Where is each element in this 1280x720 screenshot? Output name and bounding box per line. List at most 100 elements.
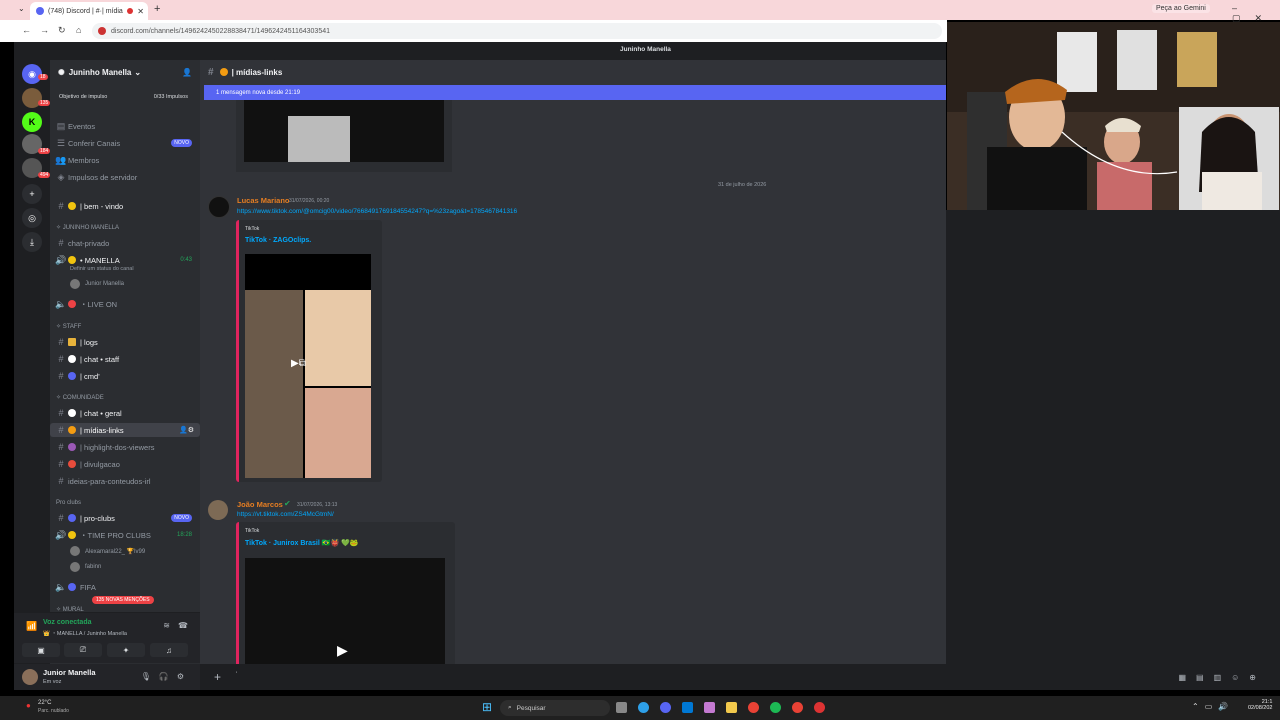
site-info-icon[interactable] (98, 27, 106, 35)
category-comunidade[interactable]: ✧ COMUNIDADE (56, 394, 104, 401)
channel-cmd[interactable]: # | cmd' (50, 369, 200, 383)
noise-suppression-icon[interactable]: ≋ (163, 621, 170, 630)
discord-taskbar-icon[interactable] (660, 702, 671, 713)
channel-midias-links[interactable]: # | mídias-links 👤⚙ (50, 423, 200, 437)
channel-divulgacao[interactable]: # | divulgacao (50, 457, 200, 471)
previous-embed-image (288, 116, 350, 162)
file-explorer-icon[interactable] (726, 702, 737, 713)
screen-share-button[interactable]: ⎚ (64, 643, 102, 657)
menu-members[interactable]: 👥 Membros (50, 153, 200, 167)
chrome-profile-icon[interactable] (792, 702, 803, 713)
disconnect-icon[interactable]: ☎ (178, 621, 188, 630)
browser-toolbar: ← → ↻ ⌂ discord.com/channels/14962424502… (0, 20, 947, 42)
channel-chat-staff[interactable]: # | chat • staff (50, 352, 200, 366)
forward-icon[interactable]: → (40, 25, 49, 35)
edge-icon[interactable] (638, 702, 649, 713)
reload-icon[interactable]: ↻ (58, 25, 66, 36)
message-link[interactable]: https://vt.tiktok.com/ZS4McGtmN/ (237, 511, 334, 518)
menu-browse-channels[interactable]: ☰ Conferir Canais NOVO (50, 136, 200, 150)
message-input[interactable]: ' (236, 672, 237, 678)
voice-member[interactable]: fabinn (70, 562, 101, 572)
category-staff[interactable]: ✧ STAFF (56, 323, 81, 330)
system-tray-icons[interactable]: ⌃▭🔊 (1192, 702, 1234, 711)
voice-member[interactable]: Alexamaral22_ 🏆lv99 (70, 546, 145, 556)
channel-chat-privado[interactable]: # chat-privado (50, 236, 200, 250)
channel-label: ・TIME PRO CLUBS (80, 530, 151, 540)
channel-status-hint[interactable]: Definir um status do canal (70, 266, 134, 272)
play-icon[interactable]: ▶⧉ (291, 358, 306, 369)
add-attachment-icon[interactable]: + (214, 670, 221, 684)
app-icon[interactable] (704, 702, 715, 713)
camera-button[interactable]: ▣ (22, 643, 60, 657)
embed-title[interactable]: TikTok · ZAGOclips. (245, 237, 311, 244)
windows-taskbar: ● 22°C Parc. nublado ⊞ ⌕ Pesquisar ⌃▭🔊 2… (0, 696, 1280, 720)
channel-ideias[interactable]: # ideias-para-conteudos-irl (50, 474, 200, 488)
channel-label: | logs (80, 337, 98, 347)
add-server-icon[interactable]: + (22, 184, 42, 204)
channel-pro-clubs[interactable]: # | pro-clubs NOVO (50, 511, 200, 525)
window-controls[interactable]: –▢✕ (1232, 3, 1280, 24)
video-thumbnail[interactable]: ▶⧉ (245, 254, 371, 478)
kick-server-icon[interactable]: K (22, 112, 42, 132)
voice-channel-live-on[interactable]: 🔈 ・LIVE ON (50, 297, 200, 311)
category-pro-clubs[interactable]: Pro clubs (56, 500, 81, 506)
back-icon[interactable]: ← (22, 25, 31, 35)
channel-logs[interactable]: # | logs (50, 335, 200, 349)
weather-temp[interactable]: 22°C (38, 700, 51, 706)
embed-provider: TikTok (245, 226, 260, 232)
guild-header[interactable]: ✺ Juninho Manella ⌄ 👤 (50, 60, 200, 84)
spotify-icon[interactable] (770, 702, 781, 713)
start-icon[interactable]: ⊞ (482, 700, 492, 714)
channel-label: | highlight-dos-viewers (80, 442, 155, 452)
video-thumbnail[interactable]: ▶ (245, 558, 445, 664)
recording-app-icon[interactable] (814, 702, 825, 713)
voice-channel-manella[interactable]: 🔊 • MANELLA 0:43 (50, 253, 200, 267)
boost-goal[interactable]: Objetivo de impulso 0/33 Impulsos (50, 92, 200, 104)
invite-people-icon[interactable]: 👤 (182, 68, 192, 77)
gemini-button[interactable]: Peça ao Gemini (1152, 4, 1210, 13)
new-messages-bar[interactable]: 1 mensagem nova desde 21:19 (204, 85, 946, 100)
new-mentions-badge[interactable]: 135 NOVAS MENÇÕES (92, 596, 154, 604)
avatar[interactable] (22, 669, 38, 685)
user-controls[interactable]: 🎙🎧⚙ (141, 672, 192, 681)
message-author[interactable]: João Marcos (237, 500, 283, 509)
avatar[interactable] (208, 500, 228, 520)
channel-chat-geral[interactable]: # | chat • geral (50, 406, 200, 420)
channel-settings-icon[interactable]: 👤⚙ (179, 426, 194, 434)
voice-status-channel[interactable]: 👑 ・MANELLA / Juninho Manella (43, 629, 127, 637)
message-author[interactable]: Lucas Mariano (237, 196, 290, 205)
category-juninho[interactable]: ✧ JUNINHO MANELLA (56, 224, 119, 231)
speaker-icon: 🔈 (55, 298, 67, 309)
close-tab-icon[interactable]: ✕ (137, 7, 144, 16)
home-icon[interactable]: ⌂ (76, 25, 81, 35)
menu-server-boosts[interactable]: ◈ Impulsos de servidor (50, 170, 200, 184)
activities-button[interactable]: ✦ (107, 643, 145, 657)
voice-channel-time-pro-clubs[interactable]: 🔊 ・TIME PRO CLUBS 18:28 (50, 528, 200, 542)
boost-goal-count: 0/33 Impulsos (153, 94, 188, 100)
channel-bem-vindo[interactable]: # | bem - vindo (50, 199, 200, 213)
voice-member[interactable]: Junior Manella (70, 279, 124, 289)
menu-events[interactable]: ▤ Eventos (50, 119, 200, 133)
voice-channel-fifa[interactable]: 🔈 FIFA (50, 580, 200, 594)
address-bar[interactable]: discord.com/channels/1496242450228838471… (92, 23, 942, 39)
user-name[interactable]: Junior Manella (43, 668, 96, 677)
message-link[interactable]: https://www.tiktok.com/@omcig00/video/76… (237, 208, 517, 215)
taskbar-search[interactable]: ⌕ Pesquisar (500, 700, 610, 716)
play-icon[interactable]: ▶ (337, 642, 348, 659)
composer-tools[interactable]: ▦▤▥☺⊕ (1178, 673, 1266, 682)
task-view-icon[interactable] (616, 702, 627, 713)
avatar[interactable] (208, 196, 230, 218)
download-icon[interactable]: ⤓ (22, 232, 42, 252)
explore-icon[interactable]: ◎ (22, 208, 42, 228)
channel-highlight[interactable]: # | highlight-dos-viewers (50, 440, 200, 454)
clock[interactable]: 21:1 02/08/202 (1248, 699, 1272, 711)
chrome-icon[interactable] (748, 702, 759, 713)
message-composer[interactable]: + ' ▦▤▥☺⊕ (200, 664, 1280, 690)
new-tab-button[interactable]: + (154, 3, 160, 15)
store-icon[interactable] (682, 702, 693, 713)
user-panel: Junior Manella Em voz 🎙🎧⚙ (14, 664, 200, 690)
tab-search-icon[interactable]: ⌄ (18, 4, 25, 13)
browser-tab[interactable]: (748) Discord | #·| mídia ✕ (30, 2, 148, 20)
soundboard-button[interactable]: ♫ (150, 643, 188, 657)
embed-title[interactable]: TikTok · Junirox Brasil 🇧🇷👹 💚🐸 (245, 539, 359, 547)
